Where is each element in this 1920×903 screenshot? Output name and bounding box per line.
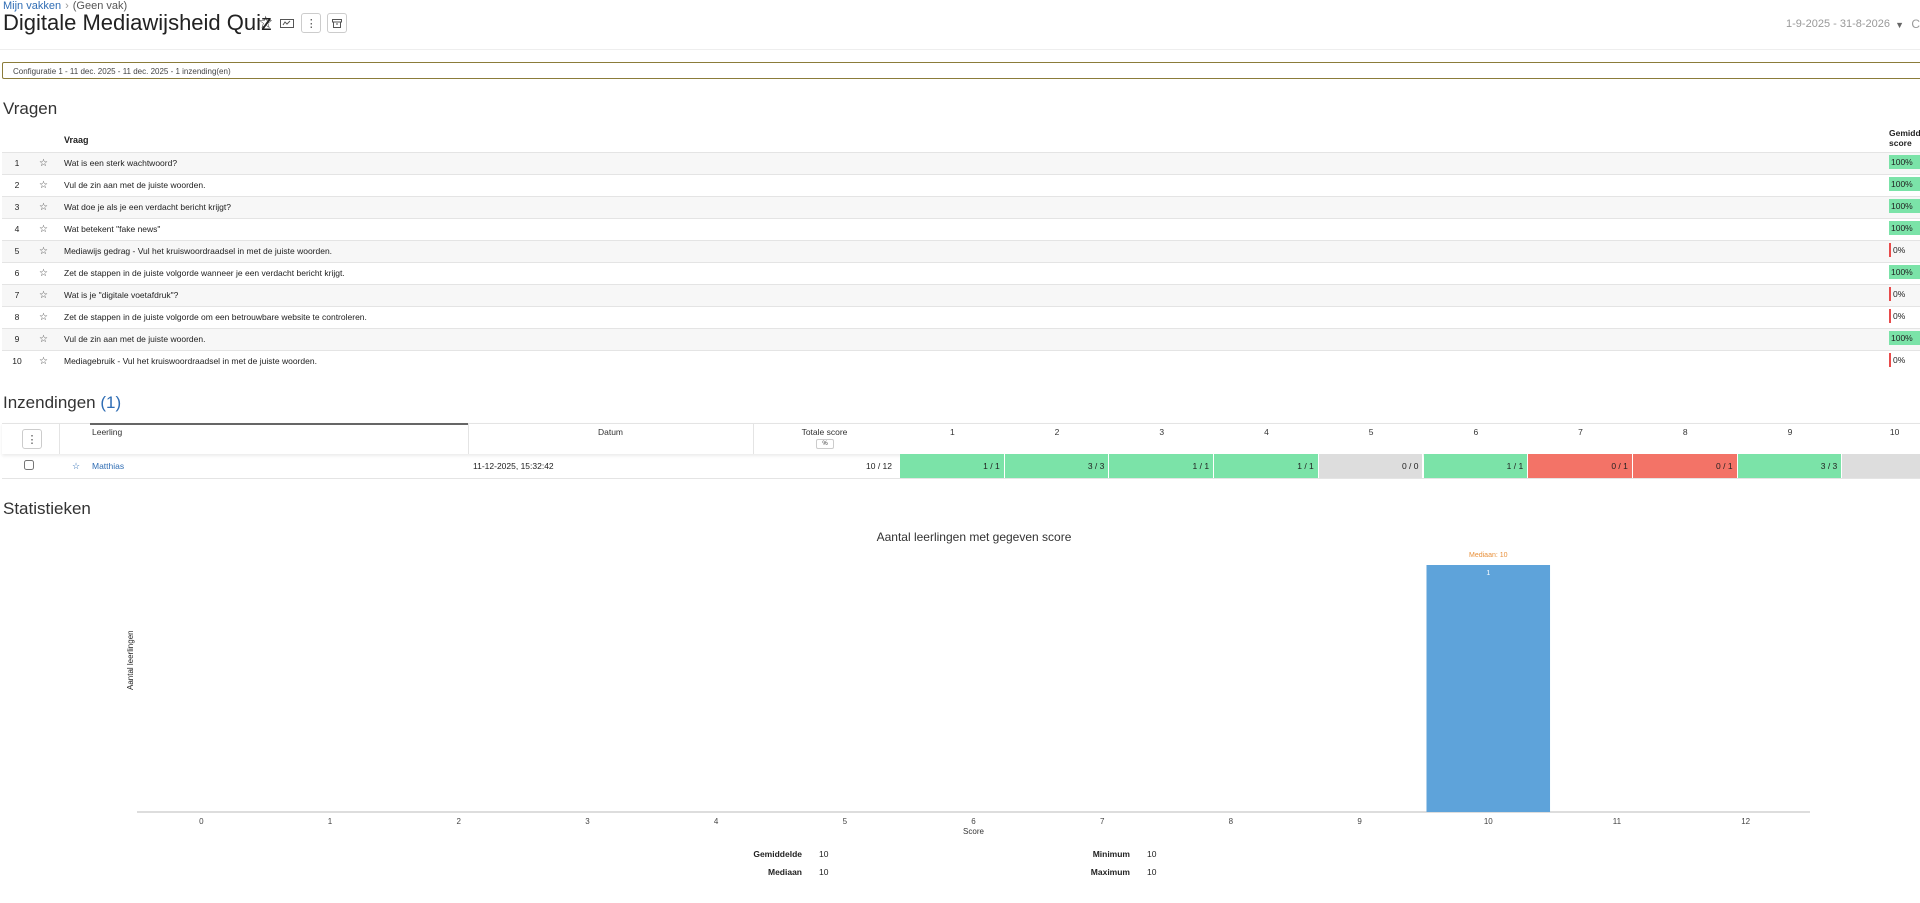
x-tick-label: 4	[714, 817, 719, 826]
x-tick-label: 6	[971, 817, 976, 826]
x-tick-label: 1	[328, 817, 333, 826]
x-tick-label: 2	[457, 817, 462, 826]
x-tick-label: 8	[1229, 817, 1234, 826]
x-tick-label: 11	[1613, 817, 1622, 826]
x-tick-label: 12	[1741, 817, 1750, 826]
x-tick-label: 5	[843, 817, 848, 826]
x-tick-label: 10	[1484, 817, 1493, 826]
x-tick-label: 9	[1357, 817, 1362, 826]
x-tick-label: 0	[199, 817, 204, 826]
x-axis-label: Score	[963, 827, 984, 836]
median-annotation: Mediaan: 10	[1469, 552, 1508, 559]
x-tick-label: 3	[585, 817, 590, 826]
bar-data-label: 1	[1486, 570, 1490, 577]
x-tick-label: 7	[1100, 817, 1105, 826]
bar-score-10	[1426, 565, 1551, 812]
score-distribution-chart: 0 1 2 3 4 5 6 7 8 91Mediaan: 1010 11 12Score	[137, 552, 1810, 836]
